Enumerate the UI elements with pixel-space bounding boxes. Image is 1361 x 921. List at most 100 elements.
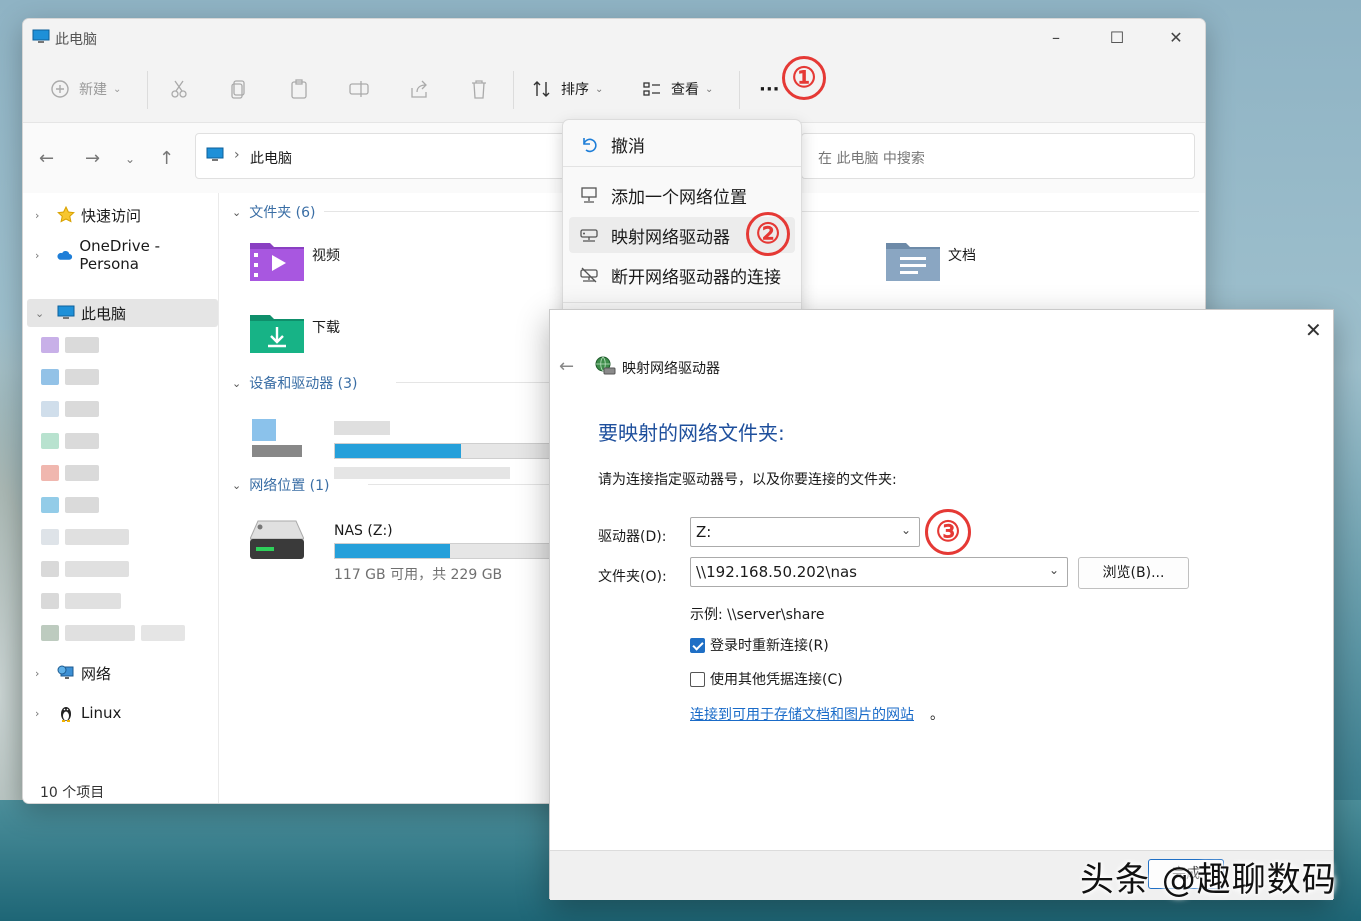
menu-item-disconnect-network-drive[interactable]: 断开网络驱动器的连接 bbox=[569, 257, 795, 293]
sort-button[interactable]: 排序 ⌄ bbox=[531, 77, 603, 101]
view-icon bbox=[643, 82, 660, 96]
videos-folder-icon bbox=[250, 243, 304, 281]
chevron-down-icon: ⌄ bbox=[595, 83, 604, 95]
recent-locations-chevron-icon[interactable]: ⌄ bbox=[125, 152, 135, 166]
sidebar-item-quick-access[interactable]: › 快速访问 bbox=[23, 201, 217, 229]
drive-usage-bar bbox=[334, 443, 570, 459]
new-button[interactable]: 新建 ⌄ bbox=[49, 77, 121, 101]
breadcrumb-this-pc[interactable]: 此电脑 bbox=[250, 148, 292, 168]
sidebar-item-this-pc[interactable]: ⌄ 此电脑 bbox=[27, 299, 218, 327]
reconnect-at-signin-checkbox[interactable]: 登录时重新连接(R) bbox=[690, 635, 829, 655]
menu-item-add-network-location[interactable]: 添加一个网络位置 bbox=[569, 177, 795, 213]
dialog-title: 映射网络驱动器 bbox=[622, 361, 720, 377]
toolbar-divider bbox=[513, 71, 514, 109]
chevron-down-icon: ⌄ bbox=[35, 306, 45, 320]
group-header-devices[interactable]: ⌄ 设备和驱动器 (3) bbox=[232, 373, 358, 393]
menu-divider bbox=[563, 166, 801, 167]
menu-item-undo[interactable]: 撤消 bbox=[569, 126, 795, 162]
folder-documents[interactable]: 文档 bbox=[886, 237, 976, 281]
forward-arrow-icon[interactable]: → bbox=[85, 148, 100, 169]
map-drive-icon bbox=[580, 229, 598, 242]
cut-icon[interactable] bbox=[168, 78, 190, 100]
chevron-down-icon: ⌄ bbox=[705, 83, 714, 95]
this-pc-icon bbox=[32, 29, 50, 43]
use-other-credentials-checkbox[interactable]: 使用其他凭据连接(C) bbox=[690, 669, 843, 689]
search-placeholder: 在 此电脑 中搜索 bbox=[818, 151, 925, 167]
more-options-button[interactable]: ··· bbox=[759, 77, 780, 101]
browse-button[interactable]: 浏览(B)... bbox=[1078, 557, 1189, 589]
rename-icon[interactable] bbox=[348, 78, 370, 100]
close-window-button[interactable]: ✕ bbox=[1165, 27, 1187, 49]
map-network-drive-dialog: ✕ ← 映射网络驱动器 要映射的网络文件夹: 请为连接指定驱动器号，以及你要连接… bbox=[549, 309, 1334, 900]
star-icon bbox=[57, 206, 75, 223]
downloads-folder-icon bbox=[250, 315, 304, 353]
search-box[interactable]: 在 此电脑 中搜索 bbox=[801, 133, 1195, 179]
nas-usage-bar bbox=[334, 543, 570, 559]
menu-divider bbox=[563, 302, 801, 303]
annotation-1: ① bbox=[782, 56, 826, 100]
nas-drive-item[interactable] bbox=[249, 517, 305, 565]
sidebar-item-label: Linux bbox=[81, 704, 122, 722]
group-title: 文件夹 (6) bbox=[249, 205, 316, 221]
chevron-right-icon: › bbox=[35, 706, 40, 720]
drive-label: 驱动器(D): bbox=[598, 529, 667, 545]
copy-icon[interactable] bbox=[228, 78, 250, 100]
drive-letter-select[interactable]: Z: ⌄ bbox=[690, 517, 920, 547]
sort-icon bbox=[533, 81, 550, 97]
view-label: 查看 bbox=[671, 82, 699, 98]
folder-name: 文档 bbox=[948, 248, 976, 264]
paste-icon[interactable] bbox=[288, 78, 310, 100]
window-title: 此电脑 bbox=[55, 32, 97, 48]
group-header-network[interactable]: ⌄ 网络位置 (1) bbox=[232, 475, 330, 495]
sort-label: 排序 bbox=[561, 82, 589, 98]
sidebar-item-linux[interactable]: › Linux bbox=[23, 699, 217, 727]
view-button[interactable]: 查看 ⌄ bbox=[641, 77, 713, 101]
sidebar-item-label: OneDrive - Persona bbox=[79, 237, 161, 273]
chevron-down-icon: ⌄ bbox=[232, 205, 242, 219]
sidebar-item-onedrive[interactable]: › OneDrive - Persona bbox=[23, 237, 217, 273]
group-header-folders[interactable]: ⌄ 文件夹 (6) bbox=[232, 202, 316, 222]
blurred-drive-icon bbox=[252, 415, 302, 459]
sidebar-item-label: 网络 bbox=[81, 664, 112, 683]
toolbar-divider bbox=[739, 71, 740, 109]
minimize-button[interactable]: – bbox=[1045, 27, 1067, 49]
checkbox-label: 使用其他凭据连接(C) bbox=[710, 672, 843, 688]
maximize-button[interactable]: ☐ bbox=[1106, 27, 1128, 49]
blurred-sidebar-entry bbox=[41, 497, 211, 513]
connect-website-link[interactable]: 连接到可用于存储文档和图片的网站 bbox=[690, 704, 914, 724]
back-arrow-icon[interactable]: ← bbox=[39, 148, 54, 169]
folder-name: 视频 bbox=[312, 248, 340, 264]
blurred-sidebar-entry bbox=[41, 529, 211, 545]
up-arrow-icon[interactable]: ↑ bbox=[159, 148, 174, 169]
menu-item-label: 添加一个网络位置 bbox=[611, 187, 747, 208]
back-arrow-icon[interactable]: ← bbox=[559, 356, 574, 377]
nas-drive-detail: 117 GB 可用，共 229 GB bbox=[334, 567, 503, 583]
network-icon bbox=[57, 665, 74, 679]
breadcrumb-chevron-icon: › bbox=[234, 147, 240, 163]
menu-item-label: 断开网络驱动器的连接 bbox=[611, 267, 781, 288]
menu-item-label: 撤消 bbox=[611, 136, 645, 157]
folder-downloads[interactable]: 下载 bbox=[250, 309, 340, 353]
folder-name: 下载 bbox=[312, 320, 340, 336]
delete-icon[interactable] bbox=[468, 78, 490, 100]
chevron-down-icon: ⌄ bbox=[232, 478, 242, 492]
checkbox-checked-icon bbox=[690, 637, 705, 653]
sidebar-item-network[interactable]: › 网络 bbox=[23, 659, 217, 687]
folder-videos[interactable]: 视频 bbox=[250, 237, 340, 281]
navigation-pane: › 快速访问 › OneDrive - Persona ⌄ 此电脑 › 网络 ›… bbox=[23, 193, 219, 803]
blurred-sidebar-entry bbox=[41, 561, 211, 577]
share-icon[interactable] bbox=[408, 78, 430, 100]
this-pc-icon bbox=[57, 305, 75, 319]
chevron-right-icon: › bbox=[35, 248, 40, 262]
network-drive-globe-icon bbox=[595, 356, 616, 375]
network-drive-icon bbox=[249, 520, 305, 559]
dialog-close-icon[interactable]: ✕ bbox=[1305, 318, 1322, 342]
chevron-down-icon: ⌄ bbox=[232, 376, 242, 390]
folder-path-combobox[interactable]: \\192.168.50.202\nas ⌄ bbox=[690, 557, 1068, 587]
blurred-sidebar-entry bbox=[41, 433, 211, 449]
sidebar-item-label: 此电脑 bbox=[81, 304, 127, 323]
address-bar[interactable]: › 此电脑 bbox=[195, 133, 567, 179]
disconnect-drive-icon bbox=[580, 267, 598, 283]
folder-label: 文件夹(O): bbox=[598, 569, 667, 585]
checkbox-label: 登录时重新连接(R) bbox=[710, 638, 829, 654]
